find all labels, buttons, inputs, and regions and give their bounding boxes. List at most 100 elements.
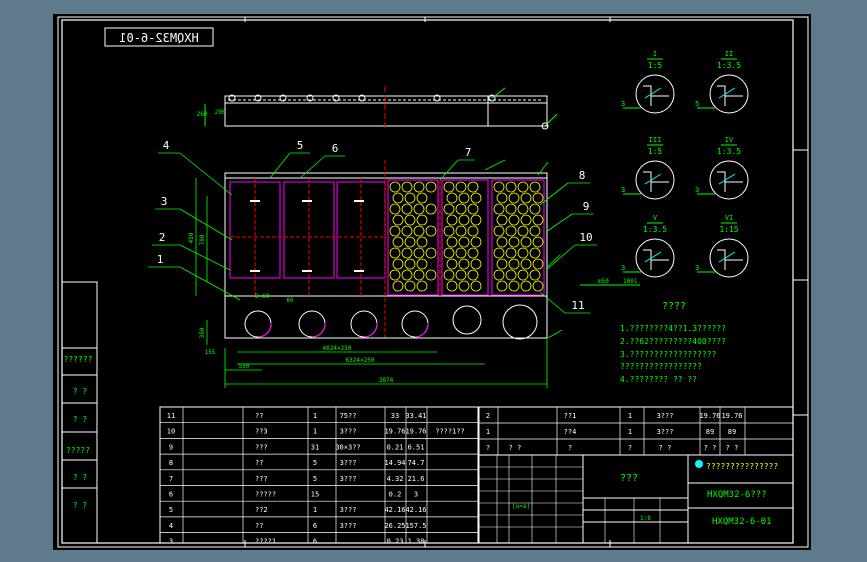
left-stamp-5: ? ? <box>73 473 88 482</box>
bom-cell: 21.6 <box>408 475 425 483</box>
dim-left-small: 155 <box>205 349 216 356</box>
company-logo-icon <box>695 460 703 468</box>
callout-9: 9 <box>583 200 590 213</box>
callout-3: 3 <box>161 195 168 208</box>
callout-2: 2 <box>159 231 166 244</box>
mirrored-drawing-number: HXQM32-6-01 <box>119 31 198 45</box>
bom-cell: 1 <box>313 412 317 420</box>
bom-cell: 6.51 <box>408 443 425 451</box>
part-name: ??? <box>620 473 638 484</box>
dim-vertical-1: 450 <box>188 232 195 243</box>
bom-right-cell: ??1 <box>564 412 577 420</box>
bom-cell: 4 <box>169 522 173 530</box>
bom-cell: 5 <box>169 506 173 514</box>
bom-cell: 157.5 <box>405 522 426 530</box>
bom-cell: 74.7 <box>408 459 425 467</box>
bom-cell: ????1 <box>255 538 276 546</box>
detail-scale: 1:3.5 <box>643 225 667 234</box>
note-3b: ????????????????? <box>620 362 702 371</box>
bom-cell: ??? <box>255 443 268 451</box>
bom-right-cell: ? <box>486 444 490 452</box>
detail-annotation: m50 <box>598 278 609 285</box>
cad-drawing-viewport: HXQM32-6-01 260 200 450 780 350 155 550 … <box>0 0 867 562</box>
bom-cell: 6 <box>313 522 317 530</box>
note-3: 3.?????????????????? <box>620 350 717 359</box>
bom-cell: 0.23 <box>387 538 404 546</box>
bom-cell: 3??? <box>340 459 357 467</box>
bom-cell: 33 <box>391 412 399 420</box>
dim-bolt: 8 60 <box>255 293 270 300</box>
bom-right-cell: ? ? <box>704 444 717 452</box>
bom-right-cell: 1 <box>628 412 632 420</box>
bom-right-cell: 19.76 <box>721 412 742 420</box>
detail-weld-size: 3 <box>621 186 625 194</box>
bom-cell: ????1?? <box>435 428 465 436</box>
bom-right-cell: 3??? <box>657 428 674 436</box>
bom-cell: 11 <box>167 412 175 420</box>
company-name: ??????????????? <box>706 462 778 471</box>
bom-cell: 4.32 <box>387 475 404 483</box>
detail-roman: I <box>653 50 657 58</box>
bom-right-cell: 89 <box>728 428 736 436</box>
drawing-number: HXQM32-6-01 <box>712 517 772 527</box>
detail-scale: 1:15 <box>719 225 738 234</box>
bom-cell: ??2 <box>255 506 268 514</box>
bom-cell: ??? <box>255 475 268 483</box>
bom-cell: 19.76 <box>405 428 426 436</box>
dim-overall: 3874 <box>379 377 394 384</box>
callout-11: 11 <box>571 299 584 312</box>
bom-cell: 1.38 <box>408 538 425 546</box>
detail-roman: III <box>649 136 662 144</box>
bom-right-cell: 1 <box>486 428 490 436</box>
scale-value: 1:8 <box>640 515 651 522</box>
dim-mid-run-1: 4624×250 <box>323 345 352 352</box>
callout-5: 5 <box>297 139 304 152</box>
weight-label: [u=a] <box>512 503 530 510</box>
bom-cell: ?? <box>255 412 263 420</box>
callout-6: 6 <box>332 142 339 155</box>
callout-1: 1 <box>157 253 164 266</box>
bom-right-cell: ? ? <box>509 444 522 452</box>
dim-top-height: 260 <box>197 111 208 118</box>
bom-cell: 3??? <box>340 522 357 530</box>
detail-annotation: 1001 <box>623 278 638 285</box>
callout-10: 10 <box>579 231 592 244</box>
bom-cell: 15 <box>311 491 319 499</box>
bom-right-cell: ? <box>628 444 632 452</box>
bom-cell: 5 <box>313 475 317 483</box>
bom-right-cell: ? ? <box>659 444 672 452</box>
note-4: 4.???????? ?? ?? <box>620 375 697 384</box>
detail-scale: 1:3.5 <box>717 147 741 156</box>
detail-roman: II <box>725 50 733 58</box>
bom-right-cell: 89 <box>706 428 714 436</box>
dim-top-height-2: 200 <box>215 109 226 116</box>
left-stamp-1: ?????? <box>64 355 93 364</box>
detail-scale: 1:3.5 <box>717 61 741 70</box>
bom-cell: ?? <box>255 522 263 530</box>
bom-cell: ?? <box>255 459 263 467</box>
detail-scale: 1:5 <box>648 147 663 156</box>
detail-weld-size: 5 <box>695 100 699 108</box>
bom-right-cell: 3??? <box>657 412 674 420</box>
bom-cell: 19.76 <box>384 428 405 436</box>
bom-right-cell: 1 <box>628 428 632 436</box>
bom-cell: 3??? <box>340 428 357 436</box>
note-2: 2.??62?????????400???? <box>620 337 726 346</box>
bom-cell: 6 <box>169 491 173 499</box>
bom-cell: 31 <box>311 443 319 451</box>
bom-cell: 14.94 <box>384 459 405 467</box>
bom-cell: 5 <box>313 459 317 467</box>
callout-4: 4 <box>163 139 170 152</box>
bom-right-cell: 19.76 <box>699 412 720 420</box>
bom-cell: 1 <box>313 428 317 436</box>
bom-cell: ??3 <box>255 428 268 436</box>
detail-roman: IV <box>725 136 734 144</box>
bom-right-cell: ? ? <box>726 444 739 452</box>
bom-cell: 3??? <box>340 475 357 483</box>
detail-weld-size: 3 <box>695 264 699 272</box>
bom-cell: 3 <box>169 538 173 546</box>
bom-cell: 0.21 <box>387 443 404 451</box>
callout-8: 8 <box>579 169 586 182</box>
bom-cell: 42.16 <box>405 506 426 514</box>
bom-cell: 8 <box>169 459 173 467</box>
